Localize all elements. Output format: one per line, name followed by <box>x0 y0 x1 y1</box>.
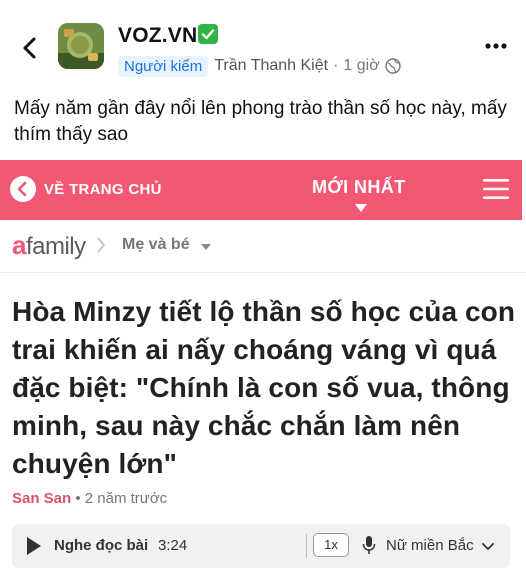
chevron-right-icon <box>97 237 106 253</box>
audio-label: Nghe đọc bài <box>54 537 149 554</box>
back-arrow-icon[interactable] <box>16 34 44 62</box>
caret-down-icon <box>355 204 367 212</box>
group-name-label: VOZ.VN <box>118 24 198 47</box>
playback-speed-button[interactable]: 1x <box>313 533 349 557</box>
author-name[interactable]: Trần Thanh Kiệt <box>214 57 328 75</box>
byline-author: San San <box>12 490 72 507</box>
more-dots-icon[interactable] <box>484 40 508 52</box>
logo-mark: a <box>12 230 26 260</box>
audio-duration: 3:24 <box>158 537 188 554</box>
breadcrumb-category[interactable]: Mẹ và bé <box>122 236 190 254</box>
site-nav-bar: VỀ TRANG CHỦ MỚI NHẤT <box>0 160 522 220</box>
verified-check-icon <box>198 24 219 44</box>
attached-image[interactable]: VỀ TRANG CHỦ MỚI NHẤT afamily Mẹ và bé H… <box>0 160 526 576</box>
chevron-down-icon <box>201 244 211 250</box>
home-link[interactable]: VỀ TRANG CHỦ <box>10 176 162 202</box>
post-meta: Người kiểm Trần Thanh Kiệt · 1 giờ <box>118 54 401 78</box>
group-name[interactable]: VOZ.VN <box>118 24 219 48</box>
mic-icon <box>362 536 376 554</box>
afamily-logo[interactable]: afamily <box>12 230 86 261</box>
audio-divider <box>306 534 307 558</box>
article-byline: San San • 2 năm trước <box>12 490 167 507</box>
byline-time: • 2 năm trước <box>71 490 168 507</box>
post-timestamp[interactable]: 1 giờ <box>343 57 379 75</box>
post-header: VOZ.VN Người kiểm Trần Thanh Kiệt · 1 gi… <box>0 0 526 92</box>
meta-separator: · <box>333 57 339 74</box>
role-badge: Người kiểm <box>118 55 209 77</box>
chevron-down-icon[interactable] <box>482 543 494 551</box>
logo-text: family <box>25 233 86 260</box>
audio-player: Nghe đọc bài 3:24 1x Nữ miền Bắc <box>12 524 510 568</box>
voice-select[interactable]: Nữ miền Bắc <box>386 537 474 554</box>
article-title: Hòa Minzy tiết lộ thần số học của con tr… <box>12 296 516 479</box>
group-avatar[interactable] <box>58 23 104 69</box>
home-link-label: VỀ TRANG CHỦ <box>44 180 162 198</box>
chevron-left-icon <box>10 176 36 202</box>
brand-row: afamily Mẹ và bé <box>0 220 526 273</box>
globe-icon <box>385 58 401 74</box>
play-icon[interactable] <box>26 536 42 556</box>
tab-latest[interactable]: MỚI NHẤT <box>312 177 406 198</box>
post-text: Mấy năm gần đây nổi lên phong trào thần … <box>14 98 507 145</box>
menu-icon[interactable] <box>483 178 509 200</box>
